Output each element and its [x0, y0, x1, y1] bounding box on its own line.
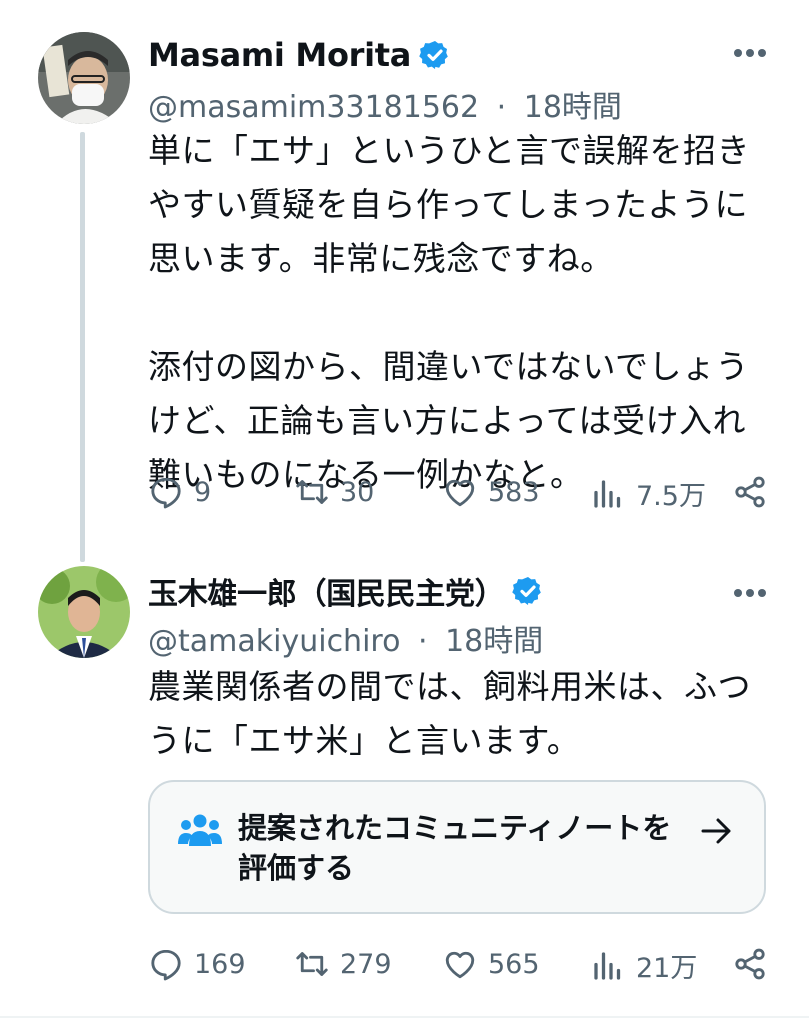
tweet-text: 農業関係者の間では、飼料用米は、ふつうに「エサ米」と言います。	[148, 667, 751, 760]
reply-button[interactable]: 169	[148, 946, 246, 982]
thread-line	[80, 132, 85, 562]
community-notes-icon	[178, 814, 222, 846]
action-bar: 9 30 583 7.5万	[148, 474, 778, 514]
views-icon	[594, 479, 621, 508]
retweet-icon	[296, 480, 328, 504]
avatar-photo	[38, 32, 130, 124]
like-button[interactable]: 565	[442, 946, 540, 982]
timestamp[interactable]: 18時間	[445, 624, 543, 659]
retweet-count: 30	[340, 476, 375, 508]
bottom-divider	[0, 1016, 809, 1018]
like-count: 583	[488, 476, 540, 508]
verified-badge-icon	[419, 41, 448, 69]
reply-icon	[151, 477, 181, 509]
reply-count: 169	[194, 948, 246, 980]
author-row: 玉木雄一郎（国民民主党）	[148, 570, 544, 612]
retweet-count: 279	[340, 948, 392, 980]
share-icon[interactable]	[732, 474, 768, 510]
separator-dot: ·	[417, 624, 428, 659]
author-name[interactable]: Masami Morita	[148, 36, 411, 74]
timestamp[interactable]: 18時間	[524, 90, 622, 125]
author-row: Masami Morita	[148, 34, 451, 76]
reply-button[interactable]: 9	[148, 474, 211, 510]
more-icon[interactable]	[733, 588, 767, 598]
arrow-right-icon	[701, 818, 731, 844]
retweet-button[interactable]: 30	[294, 474, 374, 510]
avatar-photo	[38, 566, 130, 658]
more-icon[interactable]	[733, 48, 767, 58]
author-handle[interactable]: @tamakiyuichiro	[148, 624, 400, 659]
author-name[interactable]: 玉木雄一郎（国民民主党）	[148, 569, 505, 613]
author-handle[interactable]: @masamim33181562	[148, 90, 479, 125]
avatar[interactable]	[38, 566, 130, 658]
separator-dot: ·	[496, 90, 507, 125]
verified-badge-icon	[512, 577, 542, 605]
tweet-masami-morita[interactable]: Masami Morita @masamim33181562 · 18時間 単に…	[0, 0, 809, 562]
retweet-button[interactable]: 279	[294, 946, 392, 982]
views-icon	[594, 951, 621, 980]
views-button[interactable]: 21万	[590, 946, 697, 985]
handle-row: @masamim33181562 · 18時間	[148, 82, 622, 126]
like-count: 565	[488, 948, 540, 980]
views-count: 21万	[636, 953, 698, 984]
views-button[interactable]: 7.5万	[590, 474, 706, 513]
retweet-icon	[296, 952, 328, 976]
community-note-prompt[interactable]: 提案されたコミュニティノートを評価する	[148, 780, 766, 914]
reply-icon	[151, 949, 181, 981]
tweet-text: 単に「エサ」というひと言で誤解を招きやすい質疑を自ら作ってしまったように思います…	[148, 131, 751, 494]
views-count: 7.5万	[636, 481, 706, 512]
share-icon[interactable]	[732, 946, 768, 982]
community-note-label: 提案されたコミュニティノートを評価する	[238, 811, 672, 885]
like-icon	[445, 479, 475, 507]
avatar[interactable]	[38, 32, 130, 124]
action-bar: 169 279 565 21万	[148, 946, 778, 986]
reply-count: 9	[194, 476, 212, 508]
handle-row: @tamakiyuichiro · 18時間	[148, 616, 543, 660]
like-button[interactable]: 583	[442, 474, 540, 510]
like-icon	[445, 951, 475, 979]
